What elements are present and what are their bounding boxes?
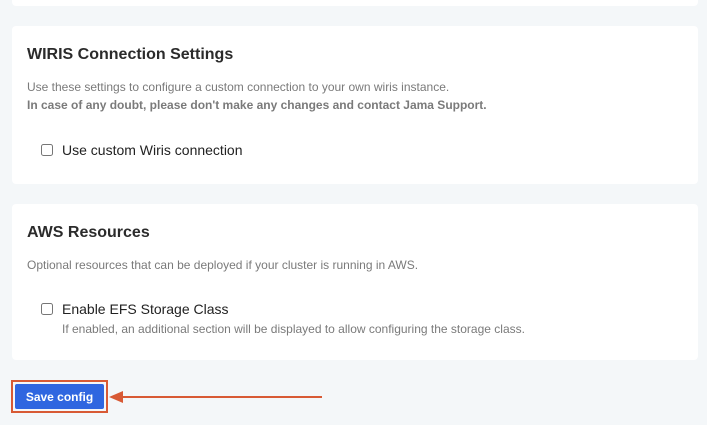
wiris-warning: In case of any doubt, please don't make …: [27, 98, 487, 112]
save-config-button[interactable]: Save config: [15, 384, 104, 409]
efs-storage-class-label: Enable EFS Storage Class: [62, 301, 229, 317]
custom-wiris-connection-label: Use custom Wiris connection: [62, 142, 243, 158]
annotation-arrow-icon: [109, 391, 322, 403]
previous-section-card: [12, 0, 698, 6]
efs-storage-class-option[interactable]: Enable EFS Storage Class: [41, 300, 683, 318]
aws-resources-card: AWS Resources Optional resources that ca…: [12, 204, 698, 360]
page: WIRIS Connection Settings Use these sett…: [0, 0, 707, 425]
wiris-settings-card: WIRIS Connection Settings Use these sett…: [12, 26, 698, 184]
wiris-description: Use these settings to configure a custom…: [27, 80, 450, 94]
custom-wiris-connection-option[interactable]: Use custom Wiris connection: [41, 141, 683, 159]
efs-storage-class-helper: If enabled, an additional section will b…: [62, 322, 525, 336]
custom-wiris-connection-checkbox[interactable]: [41, 144, 53, 156]
wiris-section-title: WIRIS Connection Settings: [27, 46, 234, 63]
efs-storage-class-checkbox[interactable]: [41, 303, 53, 315]
aws-description: Optional resources that can be deployed …: [27, 258, 419, 272]
aws-section-title: AWS Resources: [27, 224, 150, 241]
save-button-highlight: Save config: [11, 380, 108, 413]
